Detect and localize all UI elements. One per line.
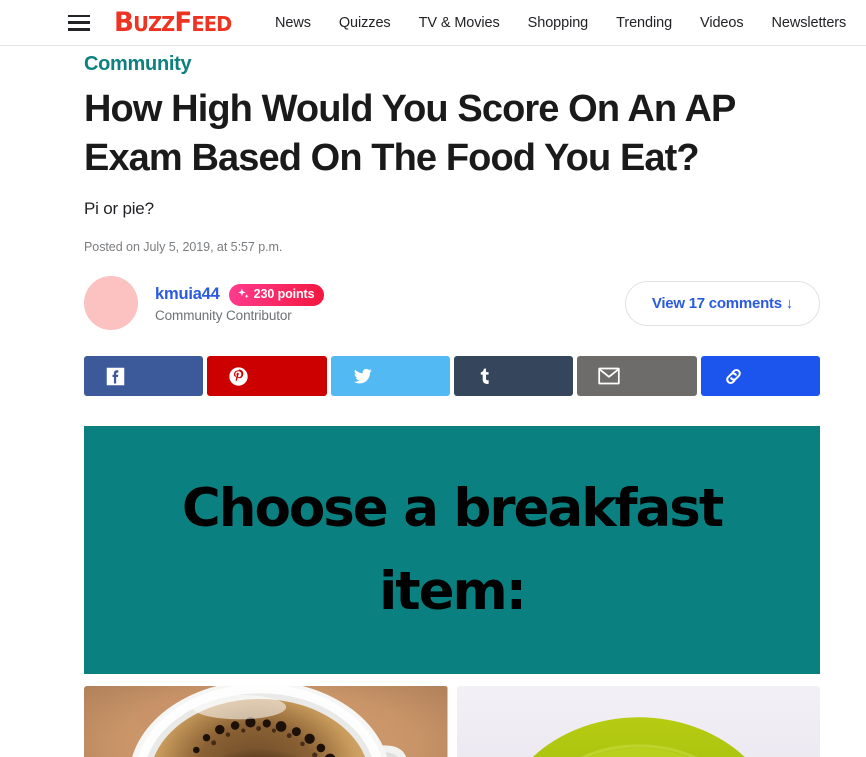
quiz-answers-grid [84,686,820,757]
nav-item-newsletters[interactable]: Newsletters [758,15,861,31]
avatar[interactable] [84,276,138,331]
main-navigation: News Quizzes TV & Movies Shopping Trendi… [261,15,866,31]
quiz-answer-cereal[interactable] [456,686,820,757]
quiz-question-banner: Choose a breakfast item: [84,426,820,675]
byline-row: kmuia44 230 points Community Contributor… [84,276,820,331]
share-button-tumblr[interactable] [453,356,574,397]
hamburger-menu-icon[interactable] [68,14,90,31]
share-button-copy-link[interactable] [700,356,820,397]
share-button-pinterest[interactable] [207,356,327,397]
author-name-link[interactable]: kmuia44 [155,285,220,304]
contributor-role: Community Contributor [155,307,292,323]
site-header: BUZZFEED News Quizzes TV & Movies Shoppi… [0,0,866,46]
category-kicker[interactable]: Community [84,53,820,75]
status-badge: 230 points [228,284,325,306]
pinterest-icon [228,366,249,387]
view-comments-button[interactable]: View 17 comments ↓ [624,280,820,326]
facebook-icon [105,366,126,387]
nav-item-quizzes[interactable]: Quizzes [325,15,405,31]
nav-item-shopping[interactable]: Shopping [514,15,602,31]
quiz-answer-coffee[interactable] [84,686,448,757]
byline-top-line: kmuia44 230 points [155,284,325,306]
email-icon [598,367,620,385]
nav-item-tv-movies[interactable]: TV & Movies [405,15,514,31]
coffee-image [84,686,448,757]
quiz-question-text: Choose a breakfast item: [181,477,724,623]
share-button-facebook[interactable] [84,356,204,397]
byline-text: kmuia44 230 points Community Contributor [155,284,325,323]
nav-item-trending[interactable]: Trending [602,15,686,31]
share-button-twitter[interactable] [330,356,450,397]
share-bar [84,356,820,397]
link-icon [722,365,745,388]
article-container: Community How High Would You Score On An… [0,46,866,757]
twitter-icon [352,365,374,387]
byline-author-block: kmuia44 230 points Community Contributor [84,276,325,331]
buzzfeed-logo[interactable]: BUZZFEED [114,9,232,36]
cereal-image [456,686,820,757]
points-badge-label: 230 points [253,287,315,302]
nav-item-news[interactable]: News [261,15,325,31]
share-button-email[interactable] [577,356,697,397]
article-timestamp: Posted on July 5, 2019, at 5:57 p.m. [84,240,283,255]
page-title: How High Would You Score On An AP Exam B… [84,88,736,179]
sparkle-icon [237,288,250,301]
article-subhead: Pi or pie? [84,199,154,219]
tumblr-icon [475,366,496,387]
nav-item-videos[interactable]: Videos [686,15,757,31]
